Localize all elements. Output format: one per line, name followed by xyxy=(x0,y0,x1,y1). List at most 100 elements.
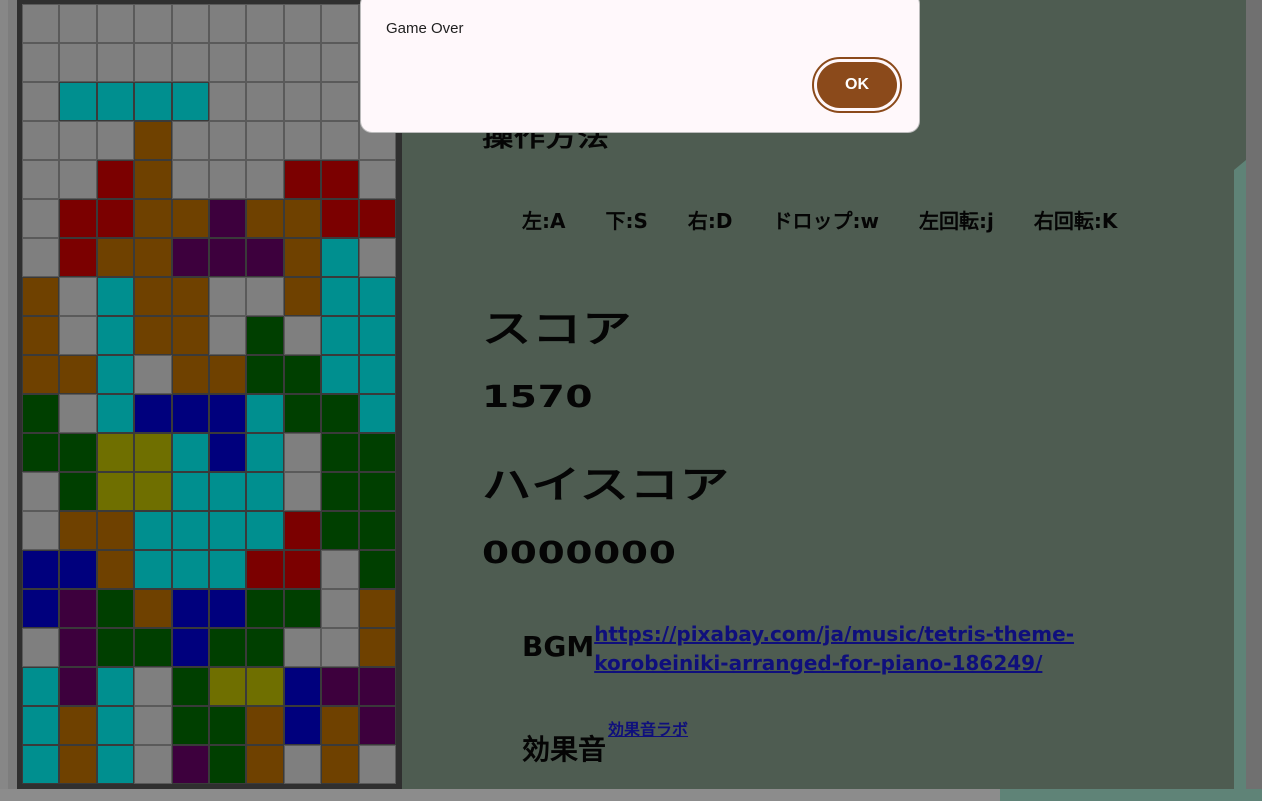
empty-cell xyxy=(59,394,97,433)
empty-cell xyxy=(59,316,97,355)
empty-cell xyxy=(134,667,172,706)
filled-cell xyxy=(283,160,322,199)
empty-cell xyxy=(283,628,322,667)
filled-cell xyxy=(321,511,359,550)
filled-cell xyxy=(208,199,247,238)
filled-cell xyxy=(134,394,172,433)
filled-cell xyxy=(96,355,135,394)
filled-cell xyxy=(246,628,284,667)
filled-cell xyxy=(321,277,359,316)
filled-cell xyxy=(246,433,284,472)
control-down: 下:S xyxy=(605,209,648,233)
empty-cell xyxy=(246,4,284,43)
dialog-message: Game Over xyxy=(386,20,464,37)
empty-cell xyxy=(208,4,247,43)
empty-cell xyxy=(208,121,247,160)
control-left: 左:A xyxy=(522,209,566,233)
empty-cell xyxy=(283,4,322,43)
empty-cell xyxy=(321,550,359,589)
filled-cell xyxy=(283,667,322,706)
bgm-label: BGM xyxy=(522,630,595,663)
high-score-title: ハイスコア xyxy=(482,463,730,507)
filled-cell xyxy=(22,355,60,394)
empty-cell xyxy=(246,277,284,316)
filled-cell xyxy=(358,589,396,628)
filled-cell xyxy=(246,550,284,589)
filled-cell xyxy=(358,394,396,433)
filled-cell xyxy=(22,589,60,628)
filled-cell xyxy=(321,745,359,784)
sound-effect-link[interactable]: 効果音ラボ xyxy=(608,718,688,742)
filled-cell xyxy=(208,628,247,667)
empty-cell xyxy=(246,43,284,82)
empty-cell xyxy=(22,511,60,550)
filled-cell xyxy=(96,160,135,199)
ok-button[interactable]: OK xyxy=(812,57,902,113)
filled-cell xyxy=(134,628,172,667)
empty-cell xyxy=(208,43,247,82)
bgm-link[interactable]: https://pixabay.com/ja/music/tetris-them… xyxy=(594,620,1114,678)
empty-cell xyxy=(321,628,359,667)
filled-cell xyxy=(358,433,396,472)
game-over-dialog: Game Over OK xyxy=(360,0,920,133)
empty-cell xyxy=(246,121,284,160)
filled-cell xyxy=(358,355,396,394)
empty-cell xyxy=(208,82,247,121)
control-rotate-left: 左回転:j xyxy=(918,209,994,233)
score-title: スコア xyxy=(482,307,633,351)
controls-list: 左:A 下:S 右:D ドロップ:w 左回転:j 右回転:K xyxy=(522,205,1117,234)
filled-cell xyxy=(96,82,135,121)
filled-cell xyxy=(96,238,135,277)
empty-cell xyxy=(283,472,322,511)
window-edge xyxy=(0,0,8,801)
filled-cell xyxy=(96,706,135,745)
filled-cell xyxy=(22,706,60,745)
filled-cell xyxy=(134,589,172,628)
empty-cell xyxy=(171,121,209,160)
filled-cell xyxy=(22,277,60,316)
filled-cell xyxy=(246,589,284,628)
empty-cell xyxy=(134,4,172,43)
empty-cell xyxy=(134,43,172,82)
filled-cell xyxy=(208,472,247,511)
filled-cell xyxy=(134,277,172,316)
empty-cell xyxy=(59,277,97,316)
filled-cell xyxy=(321,238,359,277)
filled-cell xyxy=(208,745,247,784)
bottom-decor xyxy=(1000,789,1262,801)
filled-cell xyxy=(171,706,209,745)
filled-cell xyxy=(22,316,60,355)
sound-effect-label: 効果音 xyxy=(522,733,607,766)
filled-cell xyxy=(283,706,322,745)
filled-cell xyxy=(134,160,172,199)
window-right-edge xyxy=(1246,0,1262,789)
filled-cell xyxy=(283,511,322,550)
filled-cell xyxy=(171,550,209,589)
filled-cell xyxy=(171,316,209,355)
filled-cell xyxy=(22,433,60,472)
filled-cell xyxy=(171,628,209,667)
filled-cell xyxy=(59,82,97,121)
empty-cell xyxy=(283,433,322,472)
filled-cell xyxy=(171,394,209,433)
filled-cell xyxy=(208,589,247,628)
filled-cell xyxy=(358,199,396,238)
empty-cell xyxy=(283,121,322,160)
empty-cell xyxy=(59,160,97,199)
filled-cell xyxy=(96,433,135,472)
ok-button-label: OK xyxy=(817,62,897,108)
filled-cell xyxy=(246,667,284,706)
empty-cell xyxy=(59,121,97,160)
filled-cell xyxy=(358,628,396,667)
filled-cell xyxy=(96,550,135,589)
filled-cell xyxy=(59,511,97,550)
filled-cell xyxy=(246,511,284,550)
filled-cell xyxy=(22,394,60,433)
filled-cell xyxy=(171,589,209,628)
empty-cell xyxy=(22,238,60,277)
empty-cell xyxy=(208,277,247,316)
filled-cell xyxy=(246,745,284,784)
control-rotate-right: 右回転:K xyxy=(1033,209,1118,233)
empty-cell xyxy=(321,121,359,160)
filled-cell xyxy=(59,238,97,277)
